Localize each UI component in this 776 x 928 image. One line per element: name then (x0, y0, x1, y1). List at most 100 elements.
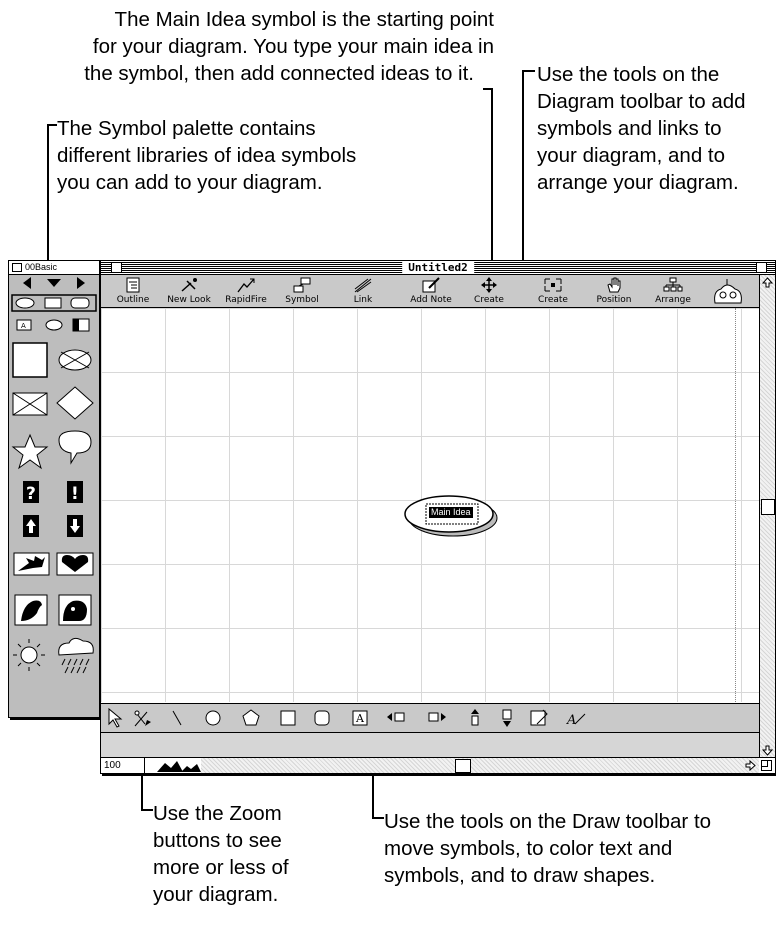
horizontal-scroll-row: 100 (101, 757, 775, 773)
palette-symbols[interactable]: A ? ! (9, 275, 99, 715)
crossed-oval-symbol-icon[interactable] (58, 349, 92, 371)
window-title-bar[interactable]: Untitled2 (101, 261, 775, 275)
link-label: Link (353, 295, 373, 305)
position-label: Position (596, 295, 632, 305)
horizontal-scroll-thumb[interactable] (455, 759, 471, 773)
rain-cloud-symbol-icon[interactable] (58, 637, 94, 674)
square-symbol-icon[interactable] (12, 342, 48, 378)
add-note-button[interactable]: Add Note (401, 275, 461, 307)
callout-line: buttons to see (153, 829, 282, 852)
svg-text:!: ! (71, 484, 79, 504)
text-color-tool-icon[interactable]: A (566, 713, 586, 728)
callout-line: more or less of (153, 856, 289, 879)
up-arrow-symbol-icon[interactable] (23, 515, 39, 537)
zoom-out-icon[interactable] (157, 761, 183, 772)
zoom-percent-field[interactable]: 100 (101, 758, 145, 773)
scroll-up-arrow-icon[interactable] (762, 277, 773, 288)
arrange-icon (663, 277, 683, 292)
diagram-toolbar: Outline New Look RapidFire Symbol Link A… (101, 275, 759, 308)
text-tool-icon[interactable]: A (352, 710, 368, 726)
zoom-buttons[interactable] (157, 759, 201, 772)
diamond-symbol-icon[interactable] (56, 386, 94, 420)
outline-button[interactable]: Outline (105, 275, 161, 307)
rapidfire-button[interactable]: RapidFire (217, 275, 275, 307)
svg-text:A: A (21, 322, 26, 330)
callout-line: your diagram. (153, 883, 279, 906)
send-back-tool-icon[interactable] (387, 712, 405, 722)
palette-title-bar[interactable]: 00Basic (9, 261, 99, 275)
callout-line: The Main Idea symbol is the starting poi… (114, 8, 494, 31)
palette-close-box[interactable] (12, 263, 22, 273)
diagram-toolbar-callout: Use the tools on the Diagram toolbar to … (537, 61, 746, 196)
exclamation-symbol-icon[interactable]: ! (67, 481, 83, 504)
star-symbol-icon[interactable] (11, 433, 49, 470)
rectangle-tool-icon[interactable] (280, 710, 296, 726)
pointer-tool-icon[interactable] (108, 707, 123, 728)
oval-symbol-icon[interactable] (15, 297, 35, 309)
rounded-rect-symbol-icon[interactable] (70, 297, 90, 309)
new-look-button[interactable]: New Look (161, 275, 217, 307)
arrange-button[interactable]: Arrange (643, 275, 703, 307)
scroll-down-arrow-icon[interactable] (762, 745, 773, 756)
callout-line: Use the Zoom (153, 802, 282, 825)
diagram-canvas[interactable]: Main Idea (101, 308, 759, 702)
heart-symbol-icon[interactable] (56, 552, 94, 576)
diagram-window[interactable]: Untitled2 Outline New Look RapidFire Sym… (100, 260, 776, 774)
symbol-palette-callout: The Symbol palette contains different li… (57, 115, 356, 196)
link-icon (354, 278, 372, 293)
callout-line: move symbols, to color text and (384, 837, 673, 860)
zoom-leader-v (141, 773, 143, 811)
line-tool-icon[interactable] (172, 710, 182, 726)
hand-icon (607, 277, 621, 293)
main-idea-label[interactable]: Main Idea (429, 507, 473, 518)
window-zoom-box[interactable] (756, 262, 767, 273)
create-expand-icon (544, 278, 562, 292)
polygon-tool-icon[interactable] (242, 709, 260, 726)
draw-toolbar-leader-h (372, 817, 384, 819)
zoom-in-icon[interactable] (181, 764, 201, 772)
vertical-scroll-thumb[interactable] (761, 499, 775, 515)
size-box-icon[interactable] (761, 760, 772, 771)
scroll-right-arrow-icon[interactable] (745, 760, 756, 771)
callout-line: symbols, and to draw shapes. (384, 864, 656, 887)
small-oval-symbol-icon[interactable] (45, 319, 63, 331)
horizontal-scrollbar[interactable] (201, 758, 759, 773)
fill-color-tool-icon[interactable] (530, 709, 548, 726)
lion-symbol-icon[interactable] (58, 594, 92, 626)
rectangle-symbol-icon[interactable] (44, 297, 62, 309)
window-title: Untitled2 (402, 261, 474, 274)
callout-line: symbols and links to (537, 117, 722, 140)
vertical-scrollbar[interactable] (759, 275, 775, 759)
link-button[interactable]: Link (335, 275, 391, 307)
create-sibling-button[interactable]: Create (525, 275, 581, 307)
speech-bubble-symbol-icon[interactable] (58, 430, 92, 465)
move-up-tool-icon[interactable] (471, 709, 479, 726)
leaf-symbol-icon[interactable] (13, 552, 50, 576)
symbol-palette[interactable]: 00Basic A ? ! (8, 260, 100, 718)
position-button[interactable]: Position (585, 275, 643, 307)
outline-icon (126, 277, 140, 293)
bird-symbol-icon[interactable] (14, 594, 48, 626)
palette-library-name: 00Basic (25, 262, 58, 272)
zoom-callout: Use the Zoom buttons to see more or less… (153, 800, 289, 908)
rounded-rect-tool-icon[interactable] (314, 710, 330, 726)
question-mark-symbol-icon[interactable]: ? (23, 481, 39, 504)
palette-nav-arrows-icon[interactable] (23, 277, 85, 289)
svg-text:A: A (566, 713, 576, 728)
cut-link-tool-icon[interactable] (134, 710, 151, 727)
oval-tool-icon[interactable] (205, 710, 221, 726)
down-arrow-symbol-icon[interactable] (67, 515, 83, 537)
symbol-button[interactable]: Symbol (275, 275, 329, 307)
status-bar (101, 732, 759, 758)
window-close-box[interactable] (111, 262, 122, 273)
bring-forward-tool-icon[interactable] (428, 712, 446, 722)
create-sibling-label: Create (538, 295, 568, 305)
symbol-label: Symbol (285, 295, 319, 305)
sun-symbol-icon[interactable] (13, 639, 45, 671)
crossed-box-symbol-icon[interactable] (12, 392, 48, 416)
move-down-tool-icon[interactable] (502, 709, 512, 727)
callout-line: you can add to your diagram. (57, 171, 323, 194)
create-child-button[interactable]: Create (463, 275, 515, 307)
callout-line: the symbol, then add connected ideas to … (84, 62, 474, 85)
diagram-toolbar-leader-v (522, 70, 524, 282)
